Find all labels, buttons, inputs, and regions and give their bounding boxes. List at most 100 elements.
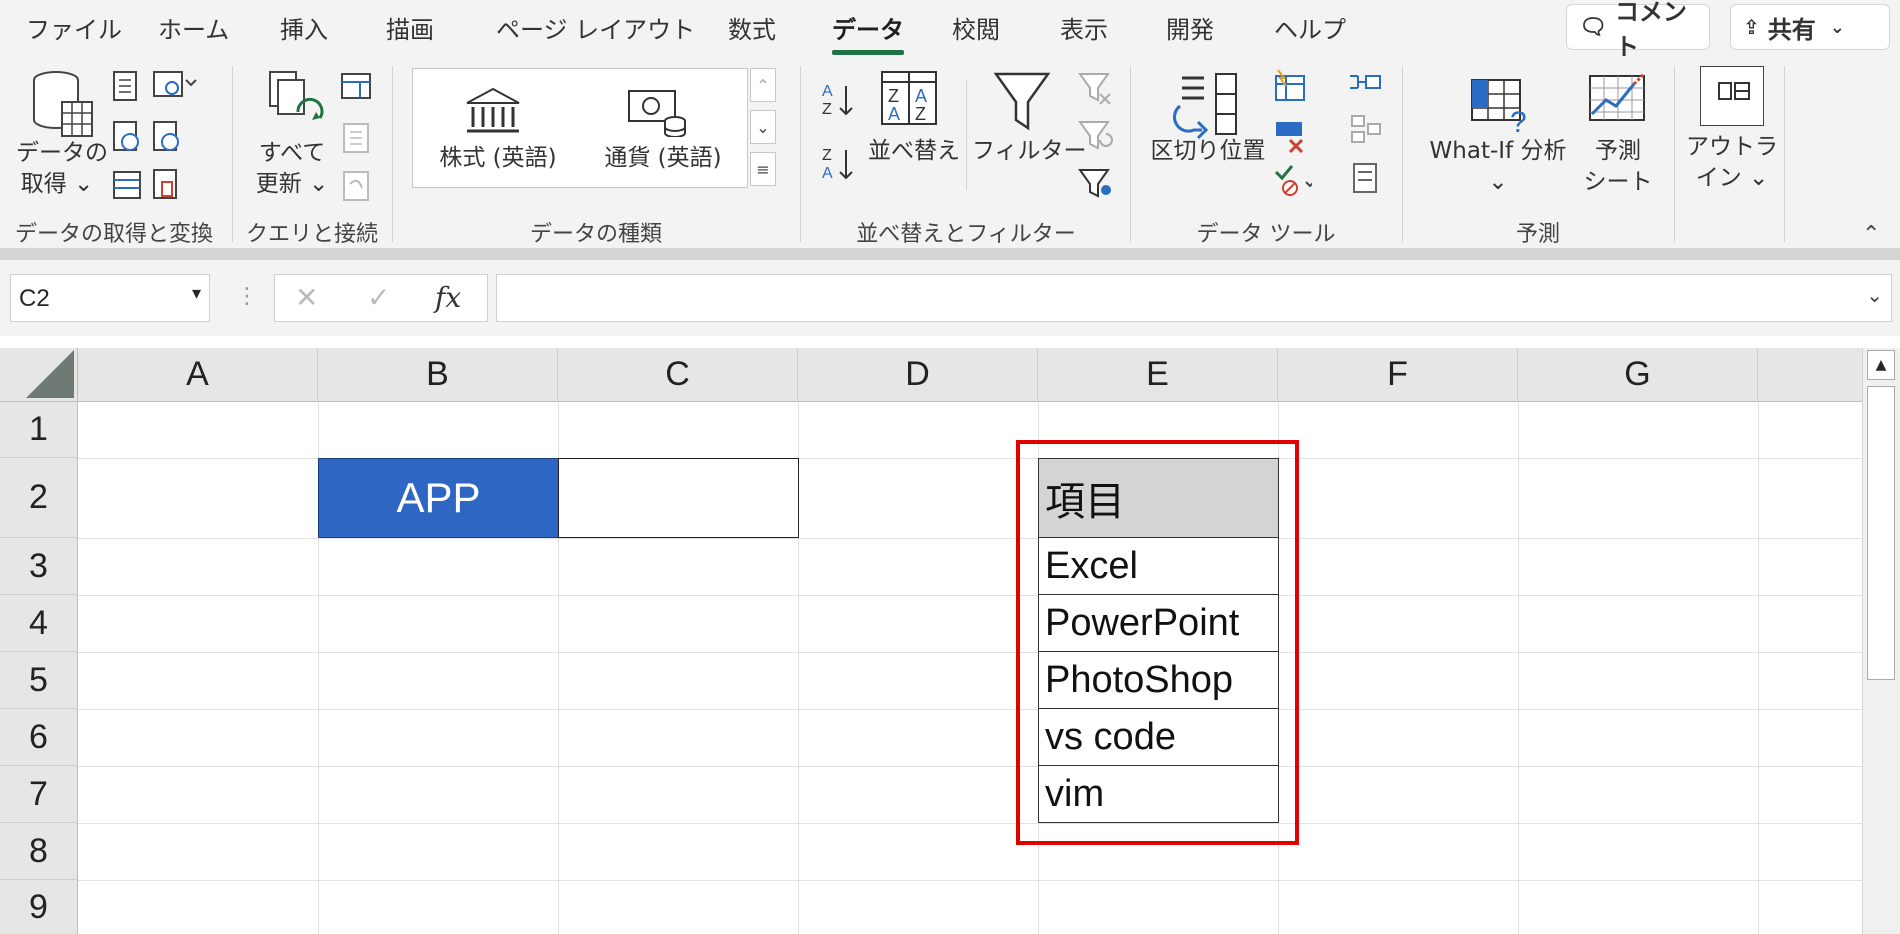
sort-icon[interactable]: Z A A Z (880, 70, 940, 126)
tab-file[interactable]: ファイル (26, 10, 122, 45)
tab-review[interactable]: 校閲 (952, 10, 1000, 45)
column-header-b[interactable]: B (318, 348, 558, 402)
currencies-button[interactable]: 通貨 (英語) (593, 143, 733, 174)
chevron-down-icon: ⌄ (1829, 16, 1845, 38)
svg-text:Z: Z (822, 101, 832, 118)
text-to-columns-icon[interactable] (1170, 70, 1240, 140)
column-header-g[interactable]: G (1518, 348, 1758, 402)
name-box[interactable]: C2 ▾ (10, 274, 210, 322)
comment-button[interactable]: 🗨 コメント (1566, 0, 1710, 61)
forecast-sheet-icon[interactable] (1588, 70, 1648, 134)
currency-icon (628, 90, 686, 137)
sort-ascending-icon[interactable]: A Z Z A (820, 80, 860, 190)
svg-text:Z: Z (822, 147, 832, 164)
data-tools-icons-2[interactable] (1348, 68, 1384, 198)
cell-c2[interactable] (558, 458, 799, 538)
forecast-sheet-label-2: シート (1583, 169, 1653, 195)
cell-b2[interactable]: APP (318, 458, 559, 538)
outline-icon[interactable] (1700, 66, 1764, 126)
row-header-2[interactable]: 2 (0, 458, 78, 538)
row-header-5[interactable]: 5 (0, 652, 78, 709)
refresh-all-button[interactable]: すべて 更新 ⌄ (252, 138, 332, 200)
gallery-more[interactable]: ≡ (750, 152, 776, 186)
scroll-up-arrow-icon[interactable]: ▲ (1867, 350, 1895, 380)
collapse-ribbon-icon[interactable]: ⌃ (1862, 222, 1880, 247)
drag-handle-icon[interactable]: ⋮ (236, 284, 258, 309)
share-button[interactable]: ⇪ 共有 ⌄ (1730, 4, 1890, 50)
cancel-icon[interactable]: ✕ (295, 281, 318, 314)
formula-buttons: ✕ ✓ fx (274, 274, 488, 322)
tab-insert[interactable]: 挿入 (280, 10, 328, 45)
tab-formulas[interactable]: 数式 (728, 10, 776, 45)
forecast-sheet-button[interactable]: 予測 シート (1580, 136, 1656, 198)
filter-options-icons[interactable] (1076, 70, 1116, 200)
select-all-corner[interactable] (0, 348, 78, 402)
data-tools-icons-1[interactable] (1272, 68, 1312, 198)
row-header-1[interactable]: 1 (0, 402, 78, 458)
tab-home[interactable]: ホーム (158, 10, 229, 45)
forecast-sheet-label-1: 予測 (1595, 138, 1641, 164)
highlight-box (1016, 440, 1299, 845)
expand-formula-icon[interactable]: ⌄ (1866, 283, 1883, 307)
text-to-columns-button[interactable]: 区切り位置 (1148, 136, 1268, 167)
ribbon-divider (0, 248, 1900, 260)
data-source-icons[interactable] (112, 70, 202, 210)
refresh-all-label-2: 更新 ⌄ (255, 171, 329, 197)
insert-function-icon[interactable]: fx (435, 281, 461, 314)
column-header-f[interactable]: F (1278, 348, 1518, 402)
group-label-queries: クエリと接続 (245, 222, 379, 247)
svg-text:Z: Z (888, 86, 899, 106)
what-if-icon[interactable]: ? (1470, 78, 1534, 134)
data-types-gallery: 株式 (英語) 通貨 (英語) (412, 68, 748, 188)
svg-text:A: A (822, 165, 833, 182)
share-label: 共有 (1767, 15, 1816, 44)
outline-button[interactable]: アウトラ イン ⌄ (1684, 132, 1780, 194)
enter-check-icon[interactable]: ✓ (367, 281, 390, 314)
tab-help[interactable]: ヘルプ (1274, 10, 1346, 45)
get-data-button[interactable]: データの 取得 ⌄ (16, 138, 108, 200)
row-header-4[interactable]: 4 (0, 595, 78, 652)
svg-text:?: ? (1510, 106, 1527, 134)
filter-icon[interactable] (992, 70, 1052, 134)
get-data-label-1: データの (16, 140, 108, 166)
what-if-button[interactable]: What-If 分析 ⌄ (1418, 136, 1578, 198)
stocks-button[interactable]: 株式 (英語) (433, 143, 563, 174)
tab-draw[interactable]: 描画 (386, 10, 434, 45)
row-header-7[interactable]: 7 (0, 766, 78, 823)
row-header-3[interactable]: 3 (0, 538, 78, 595)
row-header-9[interactable]: 9 (0, 880, 78, 934)
worksheet-grid: A B C D E F G 1 2 3 4 5 6 7 8 9 APP 項目 E… (0, 336, 1900, 934)
column-header-h[interactable] (1758, 348, 1862, 402)
row-header-8[interactable]: 8 (0, 823, 78, 880)
svg-text:A: A (822, 83, 833, 100)
column-header-e[interactable]: E (1038, 348, 1278, 402)
scrollbar-thumb[interactable] (1867, 386, 1895, 680)
database-table-icon[interactable] (30, 68, 96, 140)
comment-icon: 🗨 (1579, 14, 1607, 40)
tab-developer[interactable]: 開発 (1166, 10, 1214, 45)
group-label-sort-filter: 並べ替えとフィルター (856, 222, 1076, 247)
comment-label: コメント (1614, 0, 1687, 61)
menu-bar: ファイル ホーム 挿入 描画 ページ レイアウト 数式 データ 校閲 表示 開発… (0, 0, 1900, 61)
column-header-d[interactable]: D (798, 348, 1038, 402)
filter-button[interactable]: フィルター (972, 136, 1087, 167)
row-header-6[interactable]: 6 (0, 709, 78, 766)
outline-label-1: アウトラ (1686, 134, 1778, 160)
vertical-scrollbar[interactable]: ▲ (1862, 348, 1900, 934)
tab-page-layout[interactable]: ページ レイアウト (496, 10, 695, 45)
column-header-a[interactable]: A (78, 348, 318, 402)
group-label-get-transform: データの取得と変換 (14, 222, 214, 247)
formula-bar: C2 ▾ ⋮ ✕ ✓ fx ⌄ (0, 260, 1900, 336)
tab-view[interactable]: 表示 (1060, 10, 1108, 45)
sort-button[interactable]: 並べ替え (864, 136, 964, 167)
column-header-c[interactable]: C (558, 348, 798, 402)
get-data-label-2: 取得 ⌄ (20, 171, 94, 197)
tab-data[interactable]: データ (832, 10, 904, 55)
select-all-triangle-icon (26, 350, 74, 398)
refresh-all-icon[interactable] (268, 70, 328, 140)
formula-input[interactable]: ⌄ (496, 274, 1892, 322)
queries-connections-icons[interactable] (340, 72, 374, 202)
dropdown-arrow-icon[interactable]: ▾ (192, 283, 201, 304)
gallery-scroll-up[interactable]: ⌃ (750, 68, 776, 102)
gallery-scroll-down[interactable]: ⌄ (750, 110, 776, 144)
